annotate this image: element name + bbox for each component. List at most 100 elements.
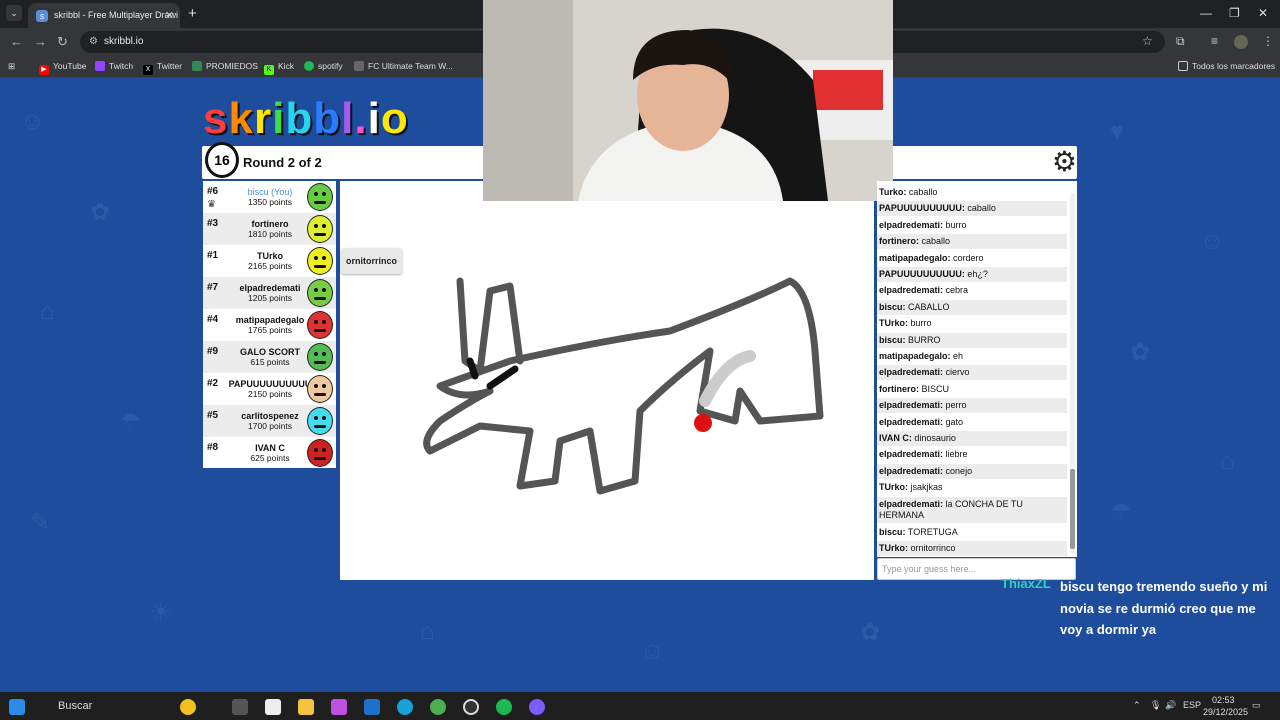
player-points: 1700 points	[248, 421, 292, 431]
player-avatar	[307, 343, 333, 371]
player-row[interactable]: #4 matipapadegalo 1765 points	[203, 309, 336, 341]
player-avatar	[307, 247, 333, 275]
player-row[interactable]: #9 GALO SCORT 615 points	[203, 341, 336, 373]
bookmark-youtube[interactable]: ▶ YouTube	[39, 61, 86, 75]
player-avatar	[307, 375, 333, 403]
chat-text: perro	[945, 400, 967, 411]
bookmark-twitch[interactable]: Twitch	[95, 61, 133, 71]
player-avatar	[307, 439, 333, 467]
chat-text: caballo	[967, 203, 996, 214]
chat-panel[interactable]: Turko: caballo PAPUUUUUUUUUU: caballo elpa…	[877, 181, 1077, 557]
menu-icon[interactable]: ⋮	[1262, 34, 1274, 48]
edge-icon[interactable]	[397, 699, 413, 715]
forward-icon[interactable]: →	[34, 34, 47, 49]
drawing-canvas[interactable]	[340, 181, 874, 580]
player-row[interactable]: #6 ♛ biscu (You) 1350 points	[203, 181, 336, 213]
player-rank: #1	[207, 250, 219, 261]
chat-user: elpadredemati:	[879, 367, 944, 378]
chat-text: BISCU	[921, 383, 950, 394]
player-points: 625 points	[250, 453, 290, 463]
chat-user: IVAN C:	[879, 433, 912, 443]
player-avatar	[307, 279, 333, 307]
chat-scroll-thumb[interactable]	[1070, 469, 1075, 549]
player-name: biscu (You)	[247, 187, 293, 197]
discord-icon[interactable]	[529, 699, 545, 715]
extensions-icon[interactable]: ⧉	[1176, 34, 1185, 49]
bookmark-fc-ultimate[interactable]: FC Ultimate Team W...	[354, 61, 453, 71]
logo-letter: k	[228, 94, 254, 143]
player-points: 1810 points	[248, 229, 292, 239]
chat-message: elpadredemati: la CONCHA DE TU HERMANA	[877, 496, 1067, 523]
obs-icon[interactable]	[463, 699, 479, 715]
chat-text: burro	[910, 318, 932, 329]
url-text: skribbl.io	[104, 36, 144, 47]
taskbar-search[interactable]: Buscar	[36, 696, 226, 716]
close-window-icon[interactable]: ✕	[1258, 6, 1268, 20]
all-bookmarks[interactable]: Todos los marcadores	[1178, 61, 1275, 71]
chat-user: elpadredemati:	[879, 449, 944, 460]
player-rank: #6	[207, 186, 219, 197]
restore-icon[interactable]: ❐	[1229, 6, 1240, 20]
player-rank: #9	[207, 346, 219, 357]
file-explorer-icon[interactable]	[298, 699, 314, 715]
background-doodle: ✿	[90, 199, 111, 226]
volume-icon[interactable]: 🔊	[1165, 700, 1176, 711]
back-icon[interactable]: ←	[10, 34, 23, 49]
chat-message: fortinero: BISCU	[877, 382, 1067, 397]
task-view-icon[interactable]	[232, 699, 248, 715]
background-doodle: ☺	[1200, 228, 1225, 255]
language-indicator[interactable]: ESP	[1183, 700, 1201, 710]
site-info-icon[interactable]: ⚙	[89, 36, 98, 47]
player-row[interactable]: #1 TUrko 2165 points	[203, 245, 336, 277]
copilot-icon[interactable]	[180, 699, 196, 715]
clock-date[interactable]: 29/12/2025	[1203, 707, 1248, 717]
browser-tab[interactable]: s skribbl - Free Multiplayer Drawi ✕	[28, 3, 180, 28]
bookmark-promiedos[interactable]: PROMIEDOS	[192, 61, 258, 71]
media-icon[interactable]: ≡	[1211, 34, 1218, 48]
minimize-icon[interactable]: —	[1200, 6, 1212, 20]
bookmark-star-icon[interactable]: ☆	[1142, 34, 1153, 48]
outlook-icon[interactable]	[364, 699, 380, 715]
tab-search-icon[interactable]: ⌄	[6, 5, 22, 21]
windows-start-icon[interactable]	[9, 699, 25, 715]
player-row[interactable]: #5 carlitospenez 1700 points	[203, 405, 336, 437]
chat-message: TUrko: burro	[877, 316, 1067, 331]
bookmark-label: spotify	[318, 61, 343, 71]
profile-avatar[interactable]	[1234, 35, 1248, 49]
skribbl-logo: skribbl.io	[203, 94, 409, 144]
crown-icon: ♛	[207, 199, 216, 210]
clock-time[interactable]: 02:53	[1212, 695, 1235, 705]
store-icon[interactable]	[265, 699, 281, 715]
logo-letter: r	[253, 94, 273, 143]
search-label: Buscar	[58, 700, 93, 712]
chat-text: caballo	[921, 236, 951, 247]
notification-icon[interactable]: ▭	[1252, 700, 1261, 711]
player-row[interactable]: #2 PAPUUUUUUUUUU 2150 points	[203, 373, 336, 405]
microphone-icon[interactable]: 🎙	[1150, 700, 1161, 711]
chrome-icon[interactable]	[430, 699, 446, 715]
bookmark-kick[interactable]: K Kick	[264, 61, 294, 75]
background-doodle: ✎	[30, 509, 51, 536]
reload-icon[interactable]: ↻	[57, 34, 68, 50]
player-avatar	[307, 183, 333, 211]
spotify-taskbar-icon[interactable]	[496, 699, 512, 715]
player-row[interactable]: #7 elpadredemati 1205 points	[203, 277, 336, 309]
close-tab-icon[interactable]: ✕	[165, 9, 174, 22]
settings-gear-icon[interactable]: ⚙	[1052, 147, 1077, 177]
logo-letter: i	[272, 94, 286, 143]
player-row[interactable]: #8 IVAN C 625 points	[203, 437, 336, 469]
logo-letter: i	[367, 94, 381, 143]
player-row[interactable]: #3 fortinero 1810 points	[203, 213, 336, 245]
chat-message: Turko: caballo	[877, 185, 1067, 200]
bookmark-twitter[interactable]: X Twitter	[143, 61, 182, 75]
tray-chevron-icon[interactable]: ⌃	[1133, 700, 1141, 711]
new-tab-icon[interactable]: +	[188, 5, 197, 22]
copilot-app-icon[interactable]	[331, 699, 347, 715]
chat-message: IVAN C: dinosaurio	[877, 431, 1067, 446]
chat-user: biscu:	[879, 301, 906, 312]
bookmark-spotify[interactable]: spotify	[304, 61, 343, 71]
apps-grid-icon[interactable]: ⊞	[8, 61, 15, 72]
overlay-message: biscu tengo tremendo sueño y mi novia se…	[1060, 579, 1268, 637]
logo-letter: b	[313, 94, 342, 143]
webcam-overlay	[483, 0, 893, 201]
